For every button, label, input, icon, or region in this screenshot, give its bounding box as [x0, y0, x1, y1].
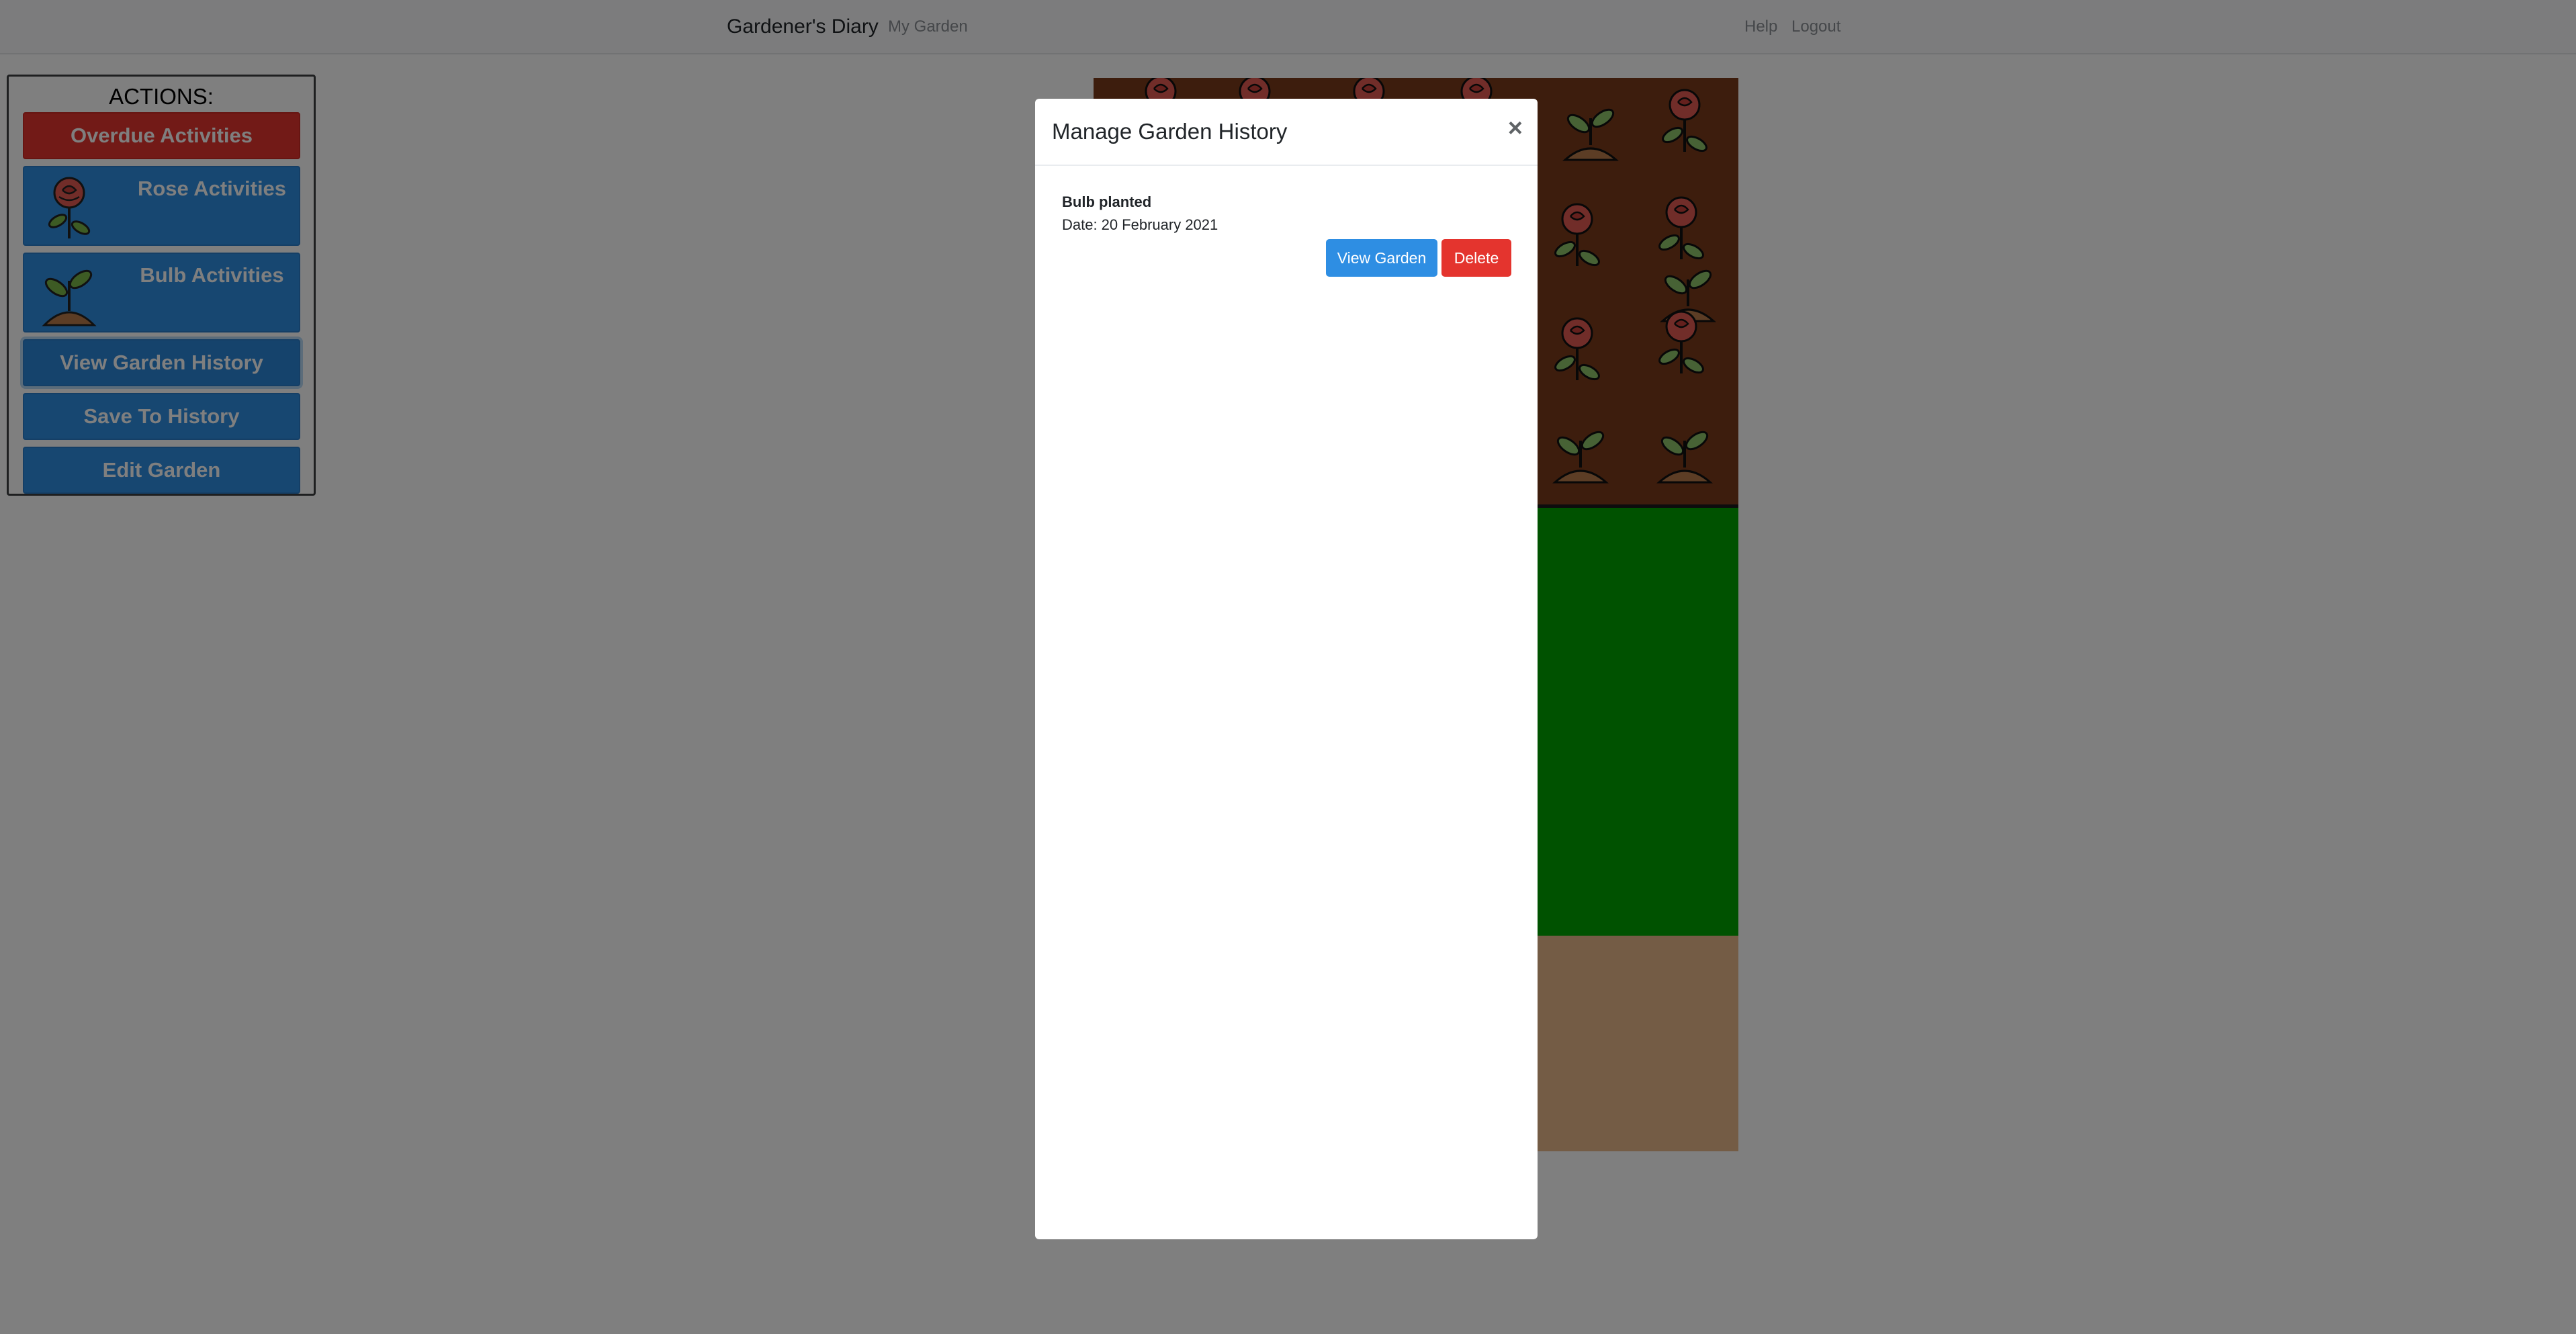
close-icon[interactable]: × [1508, 115, 1523, 142]
history-entry-title: Bulb planted [1062, 193, 1152, 210]
manage-garden-history-modal: Manage Garden History × Bulb planted Dat… [1035, 99, 1538, 1239]
delete-button[interactable]: Delete [1441, 239, 1511, 277]
modal-header: Manage Garden History × [1035, 99, 1538, 166]
modal-title: Manage Garden History [1052, 119, 1288, 144]
view-garden-button[interactable]: View Garden [1326, 239, 1437, 277]
history-entry-date: Date: 20 February 2021 [1062, 215, 1218, 235]
history-entry-date-value: 20 February 2021 [1101, 216, 1218, 233]
history-entry-date-label: Date: [1062, 216, 1098, 233]
